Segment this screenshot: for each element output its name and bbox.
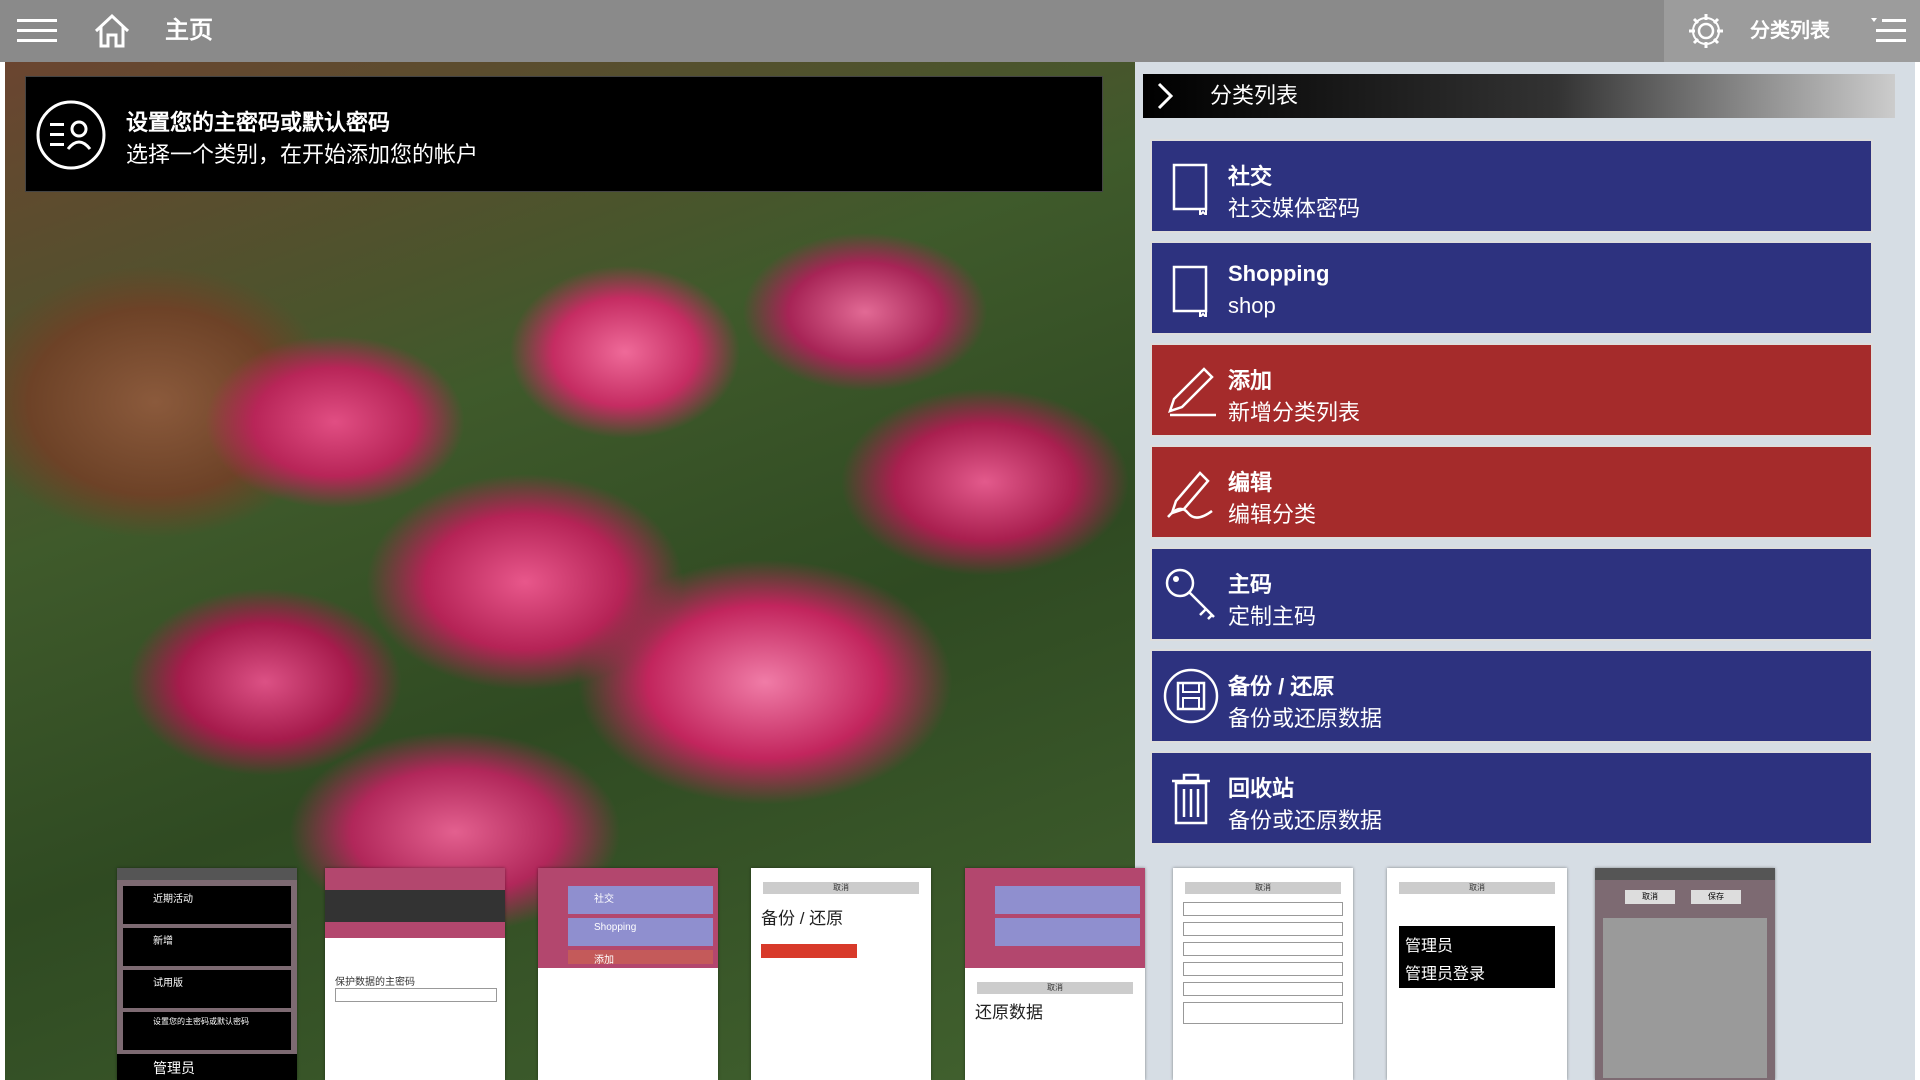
thumb-cancel-button: 取消 (1625, 890, 1675, 904)
thumbnail-2[interactable]: 保护数据的主密码 (325, 868, 505, 1080)
tile-title: 编辑 (1228, 470, 1273, 495)
thumb-text: 管理员 (153, 1060, 195, 1076)
category-list-label[interactable]: 分类列表 (1750, 0, 1830, 62)
tile-subtitle: shop (1228, 293, 1276, 318)
list-icon[interactable] (1869, 0, 1909, 62)
screenshot-thumbnails: 近期活动 新增 试用版 设置您的主密码或默认密码 管理员 保护数据的主密码 社交… (5, 863, 1915, 1080)
tile-title: 回收站 (1228, 776, 1295, 801)
thumb-text: 保护数据的主密码 (335, 977, 415, 988)
tile-subtitle: 备份或还原数据 (1228, 808, 1383, 833)
master-password-banner[interactable]: 设置您的主密码或默认密码 选择一个类别，在开始添加您的帐户 (25, 76, 1103, 192)
home-icon[interactable] (92, 0, 132, 62)
thumbnail-3[interactable]: 社交 Shopping 添加 (538, 868, 718, 1080)
tile-title: 添加 (1228, 368, 1273, 393)
main-stage: 设置您的主密码或默认密码 选择一个类别，在开始添加您的帐户 分类列表 社交 社交… (5, 62, 1915, 1080)
thumbnail-8[interactable]: 取消 保存 (1595, 868, 1775, 1080)
banner-subtitle: 选择一个类别，在开始添加您的帐户 (126, 142, 479, 167)
notebook-icon (1172, 163, 1208, 215)
tile-title: 社交 (1228, 164, 1273, 189)
thumb-text: 设置您的主密码或默认密码 (153, 1017, 249, 1026)
thumb-text: 社交 (594, 894, 614, 905)
page-title: 主页 (165, 17, 213, 44)
thumbnail-7[interactable]: 取消 管理员 管理员登录 (1387, 868, 1567, 1080)
top-bar: 主页 分类列表 (0, 0, 1920, 62)
tile-recycle-bin[interactable]: 回收站 备份或还原数据 (1150, 751, 1873, 845)
thumb-text: 管理员登录 (1405, 966, 1486, 983)
trash-icon (1172, 773, 1210, 825)
tile-subtitle: 新增分类列表 (1228, 400, 1361, 425)
thumb-cancel-button: 取消 (1399, 882, 1555, 894)
thumb-text: 近期活动 (153, 894, 193, 905)
thumb-text: 试用版 (153, 978, 183, 989)
thumbnail-5[interactable]: 取消 还原数据 (965, 868, 1145, 1080)
thumbnail-6[interactable]: 取消 (1173, 868, 1353, 1080)
banner-title: 设置您的主密码或默认密码 (126, 110, 391, 135)
thumb-text: 管理员 (1405, 938, 1454, 955)
tile-social[interactable]: 社交 社交媒体密码 (1150, 139, 1873, 233)
thumb-cancel-button: 取消 (977, 982, 1133, 994)
tile-master-code[interactable]: 主码 定制主码 (1150, 547, 1873, 641)
thumbnail-1[interactable]: 近期活动 新增 试用版 设置您的主密码或默认密码 管理员 (117, 868, 297, 1080)
panel-header[interactable]: 分类列表 (1143, 74, 1895, 118)
tile-edit[interactable]: 编辑 编辑分类 (1150, 445, 1873, 539)
tile-subtitle: 备份或还原数据 (1228, 706, 1383, 731)
notebook-icon (1172, 265, 1208, 317)
thumb-cancel-button: 取消 (763, 882, 919, 894)
user-list-icon (36, 100, 106, 170)
tile-title: Shopping (1228, 261, 1330, 286)
topbar-right-area: 分类列表 (1664, 0, 1920, 62)
thumb-text: 还原数据 (975, 1003, 1043, 1022)
save-icon (1163, 668, 1219, 724)
thumb-text: 添加 (594, 955, 614, 966)
thumb-text: 新增 (153, 936, 173, 947)
tile-shopping[interactable]: Shopping shop (1150, 241, 1873, 335)
chevron-right-icon (1157, 82, 1174, 110)
thumb-save-button: 保存 (1691, 890, 1741, 904)
thumbnail-4[interactable]: 取消 备份 / 还原 (751, 868, 931, 1080)
pen-icon (1168, 367, 1216, 417)
tile-add[interactable]: 添加 新增分类列表 (1150, 343, 1873, 437)
edit-icon (1167, 471, 1213, 519)
tile-subtitle: 定制主码 (1228, 604, 1317, 629)
tile-title: 主码 (1228, 572, 1273, 597)
thumb-text: Shopping (594, 922, 637, 933)
hamburger-icon[interactable] (15, 0, 59, 62)
tile-backup-restore[interactable]: 备份 / 还原 备份或还原数据 (1150, 649, 1873, 743)
panel-title: 分类列表 (1210, 83, 1299, 108)
thumb-text: 备份 / 还原 (761, 909, 844, 928)
gear-icon[interactable] (1684, 0, 1728, 62)
key-icon (1165, 568, 1215, 620)
tile-subtitle: 编辑分类 (1228, 502, 1317, 527)
tile-subtitle: 社交媒体密码 (1228, 196, 1361, 221)
thumb-cancel-button: 取消 (1185, 882, 1341, 894)
tile-title: 备份 / 还原 (1228, 674, 1335, 699)
